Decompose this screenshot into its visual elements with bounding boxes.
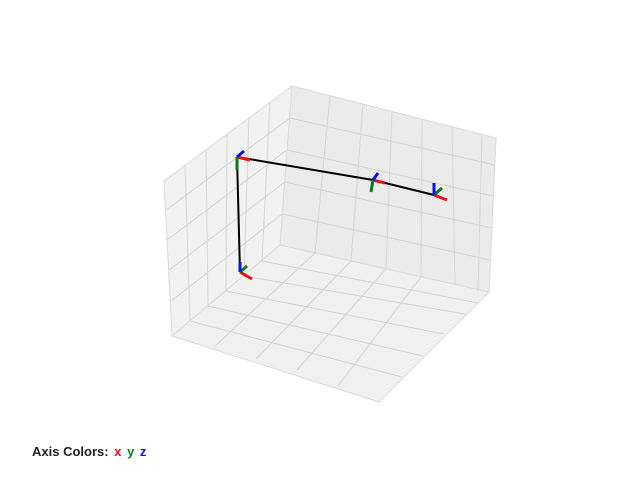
legend-x: x — [114, 444, 122, 459]
3d-scene[interactable] — [0, 0, 640, 480]
frame-3-y-axis — [369, 179, 375, 193]
plot-viewport[interactable]: Axis Colors: x y z — [0, 0, 640, 480]
legend-y: y — [127, 444, 135, 459]
legend-z: z — [139, 444, 147, 459]
axis-color-legend: Axis Colors: x y z — [32, 444, 148, 459]
legend-label: Axis Colors: — [32, 444, 109, 459]
